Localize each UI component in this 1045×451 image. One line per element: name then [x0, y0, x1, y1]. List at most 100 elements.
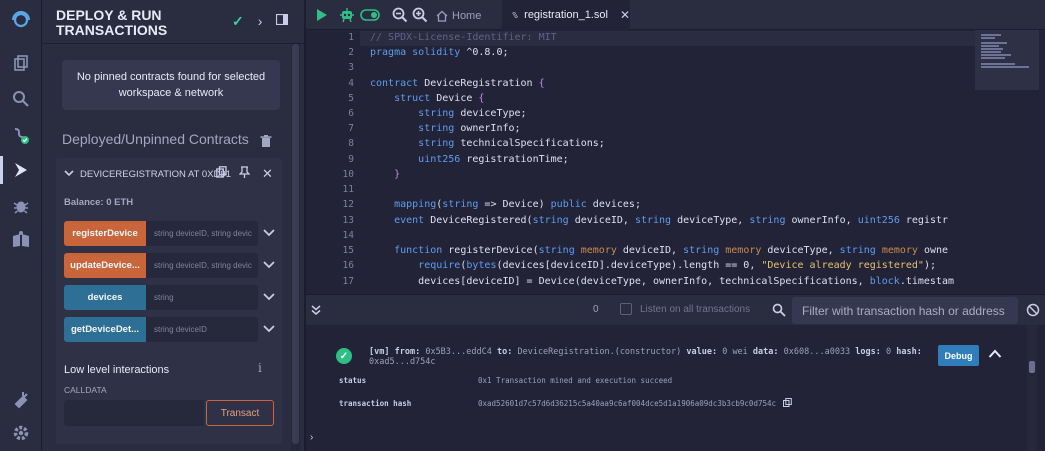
- double-chevron-down-icon[interactable]: [310, 304, 322, 316]
- chevron-right-icon[interactable]: ›: [258, 13, 263, 29]
- code-minimap[interactable]: [975, 30, 1039, 90]
- line-number: 6: [348, 108, 354, 119]
- remix-logo-icon[interactable]: [9, 8, 33, 32]
- code-keyword: string: [634, 215, 672, 226]
- settings-gear-icon[interactable]: [9, 421, 33, 445]
- code-keyword: string: [839, 245, 876, 256]
- code-keyword: string: [418, 138, 455, 149]
- copy-icon[interactable]: [216, 166, 227, 182]
- tx-value: 0 wei: [722, 347, 748, 357]
- code-line-1: // SPDX-License-Identifier: MIT: [370, 32, 557, 43]
- line-number: 1: [348, 32, 354, 43]
- editor-scrollbar[interactable]: [1039, 30, 1045, 294]
- search-icon[interactable]: [9, 87, 33, 111]
- pin-icon[interactable]: [238, 166, 251, 182]
- tab-home[interactable]: Home: [436, 6, 481, 26]
- clear-console-icon[interactable]: [1026, 303, 1040, 317]
- code-line-10: }: [370, 169, 400, 180]
- debugger-icon[interactable]: [9, 194, 33, 218]
- plugin-manager-icon[interactable]: [9, 387, 33, 411]
- code-keyword: string: [418, 123, 455, 134]
- run-play-icon[interactable]: [314, 7, 330, 23]
- tx-logs: 0: [886, 347, 892, 357]
- deploy-run-icon[interactable]: [9, 158, 33, 182]
- line-number: 17: [342, 276, 354, 287]
- tx-to: DeviceRegistration.(constructor): [517, 347, 682, 357]
- chevron-up-icon[interactable]: [988, 348, 1002, 360]
- balance-label: Balance: 0 ETH: [64, 197, 134, 208]
- code-brace: {: [478, 93, 485, 104]
- terminal-prompt-icon[interactable]: ›: [310, 432, 313, 443]
- transaction-hash-value: 0xad52601d7c57d6d36215c5a40aa9c6af004dce…: [478, 399, 777, 408]
- transact-button[interactable]: Transact: [206, 400, 274, 426]
- close-icon[interactable]: ✕: [262, 166, 273, 182]
- code-keyword: string: [538, 245, 575, 256]
- update-device-button[interactable]: updateDevice...: [64, 253, 146, 278]
- scrollbar-thumb[interactable]: [1029, 361, 1035, 373]
- panel-scrollbar[interactable]: [291, 44, 300, 451]
- zoom-in-icon[interactable]: [412, 7, 428, 23]
- panel-title: DEPLOY & RUN TRANSACTIONS: [56, 7, 168, 38]
- get-device-details-button[interactable]: getDeviceDet...: [64, 317, 146, 342]
- listen-all-label[interactable]: Listen on all transactions: [640, 304, 750, 315]
- info-icon[interactable]: i: [258, 361, 262, 375]
- no-pinned-contracts-notice: No pinned contracts found for selected w…: [62, 60, 280, 110]
- get-device-details-args-input[interactable]: string deviceID: [146, 317, 258, 342]
- deploy-run-panel: DEPLOY & RUN TRANSACTIONS ✓ › No pinned …: [42, 0, 304, 451]
- calldata-input[interactable]: [64, 400, 204, 426]
- code-brace: {: [538, 78, 545, 89]
- line-number: 12: [342, 199, 354, 210]
- trash-icon[interactable]: [260, 135, 272, 148]
- function-row-devices: devices string: [64, 285, 282, 310]
- code-keyword: string: [532, 215, 569, 226]
- devices-button[interactable]: devices: [64, 285, 146, 310]
- code-keyword: event: [394, 215, 425, 226]
- file-explorer-icon[interactable]: [9, 52, 33, 76]
- instance-header[interactable]: DEVICEREGISTRATION AT 0XD91 ✕: [56, 158, 282, 190]
- tab-registration-file[interactable]: registration_1.sol ✕: [502, 0, 630, 30]
- debug-button[interactable]: Debug: [938, 345, 979, 366]
- code-line-16: require(bytes(devices[deviceID].deviceTy…: [418, 260, 936, 271]
- chevron-down-icon[interactable]: [263, 228, 275, 238]
- split-view-icon[interactable]: [276, 12, 289, 30]
- code-editor[interactable]: 1 2 3 4 5 6 7 8 9 10 11 12 13 14 15 16 1…: [306, 30, 1045, 294]
- function-row-getDeviceDetails: getDeviceDet... string deviceID: [64, 317, 282, 342]
- autocomplete-toggle-icon[interactable]: [360, 7, 380, 23]
- line-number: 3: [348, 62, 354, 73]
- code-keyword: solidity: [412, 47, 461, 58]
- icon-rail: [0, 0, 42, 451]
- instance-title: DEVICEREGISTRATION AT 0XD91: [80, 169, 231, 180]
- chevron-down-icon[interactable]: [64, 168, 74, 178]
- register-device-button[interactable]: registerDevice: [64, 221, 146, 246]
- panel-divider: [42, 43, 304, 44]
- chevron-down-icon[interactable]: [263, 324, 275, 334]
- register-device-args-input[interactable]: string deviceID, string devic: [146, 221, 258, 246]
- editor-tab-bar: Home registration_1.sol ✕: [306, 0, 1045, 30]
- code-line-5: struct Device {: [394, 93, 485, 104]
- copy-hash-icon[interactable]: [783, 398, 792, 407]
- tx-logs-label: logs:: [855, 347, 881, 357]
- zoom-out-icon[interactable]: [392, 7, 408, 23]
- close-tab-icon[interactable]: ✕: [620, 8, 630, 22]
- terminal-scrollbar[interactable]: [1027, 325, 1037, 451]
- code-line-2: pragma solidity ^0.8.0;: [370, 47, 509, 58]
- learneth-icon[interactable]: [9, 228, 33, 252]
- tx-hash-label: hash:: [896, 347, 922, 357]
- calldata-label: CALLDATA: [64, 385, 107, 395]
- code-keyword: bytes: [466, 260, 497, 271]
- scrollbar-thumb[interactable]: [292, 44, 299, 444]
- update-device-args-input[interactable]: string deviceID, string devic: [146, 253, 258, 278]
- transaction-filter-input[interactable]: Filter with transaction hash or address: [792, 297, 1018, 324]
- tab-home-label: Home: [452, 10, 482, 22]
- function-row-updateDevice: updateDevice... string deviceID, string …: [64, 253, 282, 278]
- line-number: 13: [342, 215, 354, 226]
- transaction-summary[interactable]: [vm] from: 0x5B3...eddC4 to: DeviceRegis…: [369, 347, 929, 367]
- copilot-robot-icon[interactable]: [339, 7, 355, 23]
- devices-args-input[interactable]: string: [146, 285, 258, 310]
- code-lines[interactable]: // SPDX-License-Identifier: MIT pragma s…: [370, 30, 975, 294]
- tx-data: 0x608...a0033: [783, 347, 851, 357]
- chevron-down-icon[interactable]: [263, 292, 275, 302]
- listen-all-checkbox[interactable]: [620, 303, 632, 315]
- chevron-down-icon[interactable]: [263, 260, 275, 270]
- compiler-icon[interactable]: [9, 123, 33, 147]
